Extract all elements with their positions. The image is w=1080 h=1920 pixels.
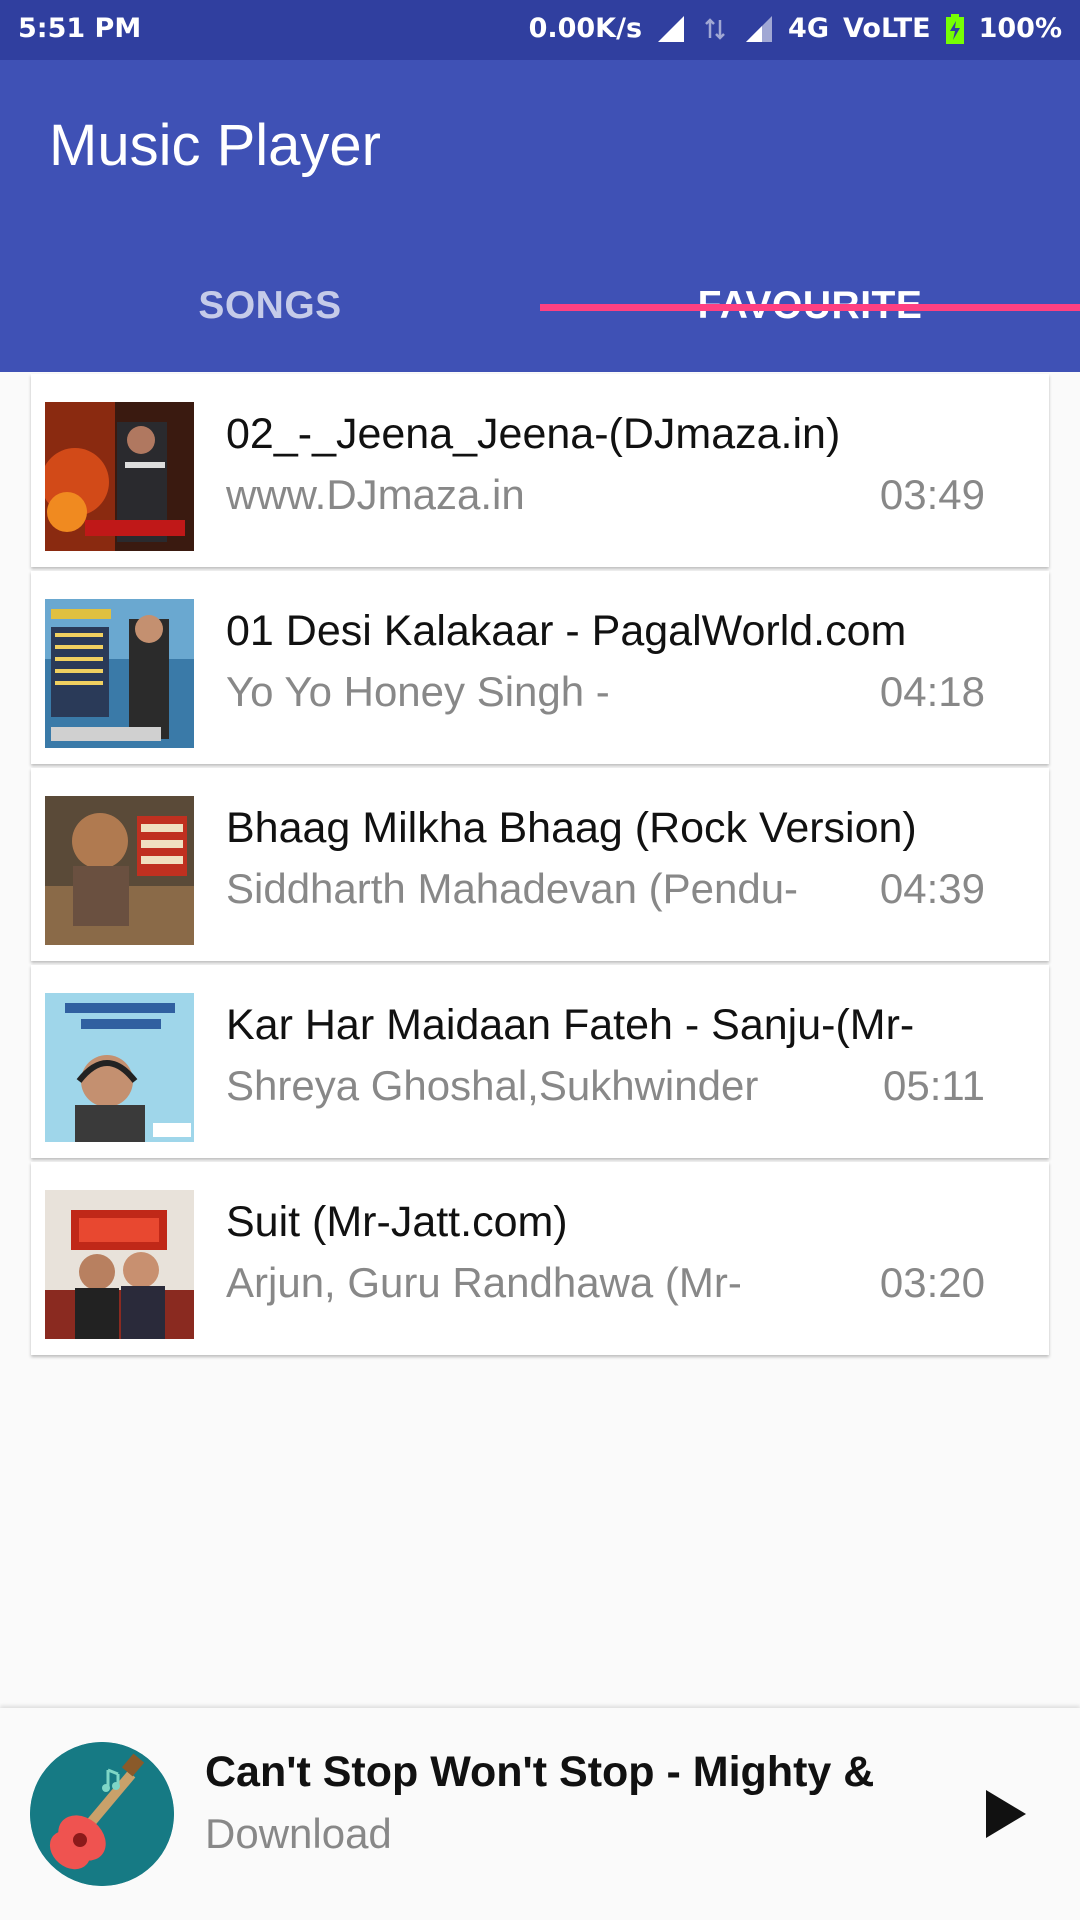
battery-charging-icon	[945, 13, 964, 44]
now-playing-title: Can't Stop Won't Stop - Mighty &	[205, 1748, 875, 1796]
song-duration: 05:11	[883, 1062, 985, 1109]
album-art-badlapur	[45, 402, 194, 551]
song-artist: www.DJmaza.in	[226, 471, 525, 518]
volte-label: VoLTE	[843, 13, 931, 44]
song-item[interactable]: 01 Desi Kalakaar - PagalWorld.com Yo Yo …	[31, 571, 1049, 764]
network-speed: 0.00K/s	[528, 13, 643, 44]
song-item[interactable]: Suit (Mr-Jatt.com) Arjun, Guru Randhawa …	[31, 1162, 1049, 1355]
signal-icon-2	[746, 15, 773, 42]
app-bar: Music Player SONGS FAVOURITE	[0, 60, 1080, 372]
favourite-song-list: 02_-_Jeena_Jeena-(DJmaza.in) www.DJmaza.…	[31, 374, 1049, 1359]
now-playing-subtitle: Download	[205, 1810, 392, 1857]
status-bar: 5:51 PM 0.00K/s 4G VoLTE 100%	[0, 0, 1080, 60]
song-item[interactable]: 02_-_Jeena_Jeena-(DJmaza.in) www.DJmaza.…	[31, 374, 1049, 567]
play-icon[interactable]	[980, 1786, 1030, 1842]
song-duration: 04:18	[879, 668, 985, 715]
song-title: 01 Desi Kalakaar - PagalWorld.com	[226, 607, 907, 655]
song-artist: Siddharth Mahadevan (Pendu-	[226, 865, 799, 912]
song-title: Suit (Mr-Jatt.com)	[226, 1198, 568, 1246]
network-type: 4G	[788, 13, 829, 44]
song-duration: 03:49	[879, 471, 985, 518]
song-title: 02_-_Jeena_Jeena-(DJmaza.in)	[226, 410, 841, 458]
tab-indicator	[540, 304, 1080, 311]
battery-level: 100%	[978, 13, 1062, 44]
app-title: Music Player	[49, 113, 381, 178]
tab-songs[interactable]: SONGS	[0, 250, 540, 362]
song-duration: 03:20	[879, 1259, 985, 1306]
song-artist: Arjun, Guru Randhawa (Mr-	[226, 1259, 742, 1306]
song-artist: Yo Yo Honey Singh -	[226, 668, 610, 715]
song-item[interactable]: Bhaag Milkha Bhaag (Rock Version) Siddha…	[31, 768, 1049, 961]
album-art-suit	[45, 1190, 194, 1339]
guitar-icon	[30, 1742, 174, 1886]
song-title: Bhaag Milkha Bhaag (Rock Version)	[226, 804, 917, 852]
song-artist: Shreya Ghoshal,Sukhwinder	[226, 1062, 759, 1109]
status-time: 5:51 PM	[18, 13, 142, 44]
signal-icon	[658, 15, 685, 42]
album-art-bhaag-milkha-bhaag	[45, 796, 194, 945]
now-playing-bar[interactable]: Can't Stop Won't Stop - Mighty & Downloa…	[0, 1708, 1080, 1920]
song-duration: 04:39	[879, 865, 985, 912]
album-art-desi-kalakaar	[45, 599, 194, 748]
status-indicators: 0.00K/s 4G VoLTE 100%	[529, 13, 1062, 44]
album-art-sanju	[45, 993, 194, 1142]
song-item[interactable]: Kar Har Maidaan Fateh - Sanju-(Mr- Shrey…	[31, 965, 1049, 1158]
song-title: Kar Har Maidaan Fateh - Sanju-(Mr-	[226, 1001, 915, 1049]
data-transfer-icon	[705, 17, 725, 40]
